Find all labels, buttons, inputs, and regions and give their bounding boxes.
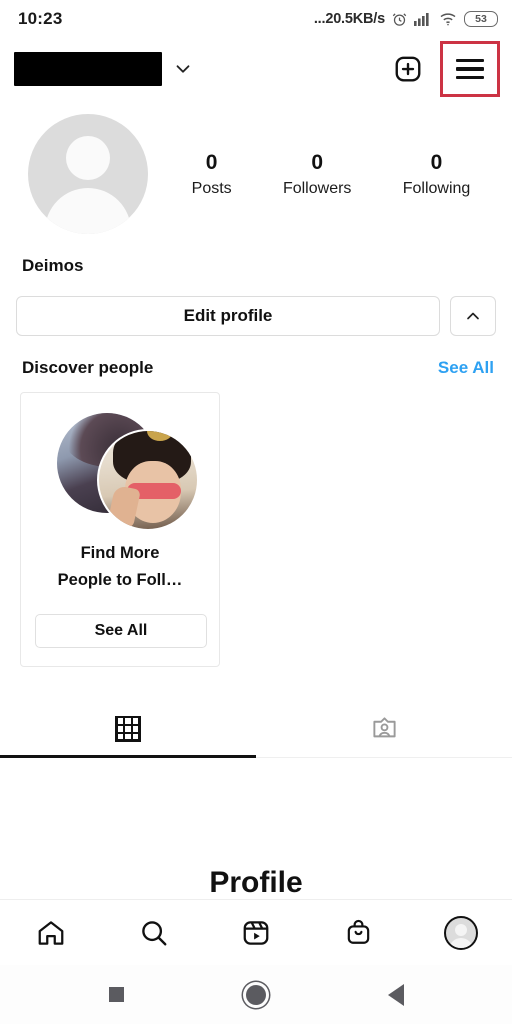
tab-tagged[interactable] <box>256 701 512 757</box>
suggested-card-text-line2: People to Foll… <box>57 571 183 590</box>
chevron-down-icon[interactable] <box>172 58 194 80</box>
status-time: 10:23 <box>18 9 63 28</box>
nav-profile[interactable] <box>433 905 489 961</box>
nav-shop[interactable] <box>330 905 386 961</box>
battery-level-text: 53 <box>475 12 487 25</box>
stat-following[interactable]: 0 Following <box>403 150 471 198</box>
alarm-clock-icon <box>392 12 407 27</box>
status-icons: ...20.5KB/s 53 <box>314 11 498 27</box>
phone-screen: 10:23 ...20.5KB/s 53 0 Posts 0 Followers… <box>0 0 512 1024</box>
android-system-nav <box>0 965 512 1024</box>
triangle-back-icon <box>388 983 404 1006</box>
status-bar: 10:23 ...20.5KB/s 53 <box>0 0 512 38</box>
stat-followers-label: Followers <box>282 180 352 198</box>
square-icon <box>108 987 124 1002</box>
discover-people-header: Discover people See All <box>0 336 512 378</box>
nav-search[interactable] <box>126 905 182 961</box>
profile-stats: 0 Posts 0 Followers 0 Following <box>148 150 496 198</box>
edit-profile-button[interactable]: Edit profile <box>16 296 440 336</box>
suggested-user-photo-front <box>97 429 199 531</box>
stat-followers[interactable]: 0 Followers <box>283 150 351 198</box>
menu-button[interactable] <box>440 41 500 97</box>
stat-followers-value: 0 <box>311 150 324 174</box>
chevron-up-icon <box>463 306 483 326</box>
battery-indicator: 53 <box>464 11 498 27</box>
circle-icon <box>246 984 266 1005</box>
grid-icon <box>115 715 141 742</box>
suggested-card-see-all-button[interactable]: See All <box>35 613 207 648</box>
cellular-signal-icon <box>414 12 432 26</box>
stat-following-label: Following <box>402 180 471 198</box>
app-header <box>0 38 512 100</box>
profile-summary: 0 Posts 0 Followers 0 Following <box>0 100 512 234</box>
stat-posts[interactable]: 0 Posts <box>192 150 232 198</box>
profile-actions: Edit profile <box>0 276 512 336</box>
network-speed-text: ...20.5KB/s <box>313 11 385 27</box>
suggested-user-card[interactable]: Find More People to Foll… See All <box>20 392 220 667</box>
discover-people-title: Discover people <box>22 358 154 377</box>
username-redacted-bar <box>14 52 162 86</box>
tab-grid[interactable] <box>0 701 256 758</box>
suggested-user-photos <box>35 407 205 537</box>
plus-square-icon <box>393 54 423 84</box>
home-icon <box>36 918 66 948</box>
profile-avatar[interactable] <box>28 114 148 234</box>
reels-icon <box>241 918 271 948</box>
profile-overlay-title: Profile <box>209 866 303 899</box>
system-recents-button[interactable] <box>94 973 138 1017</box>
nav-home[interactable] <box>23 905 79 961</box>
add-post-button[interactable] <box>388 49 428 89</box>
profile-display-name: Deimos <box>22 256 84 275</box>
system-back-button[interactable] <box>374 973 418 1017</box>
system-home-button[interactable] <box>234 973 278 1017</box>
collapse-suggestions-button[interactable] <box>450 296 496 336</box>
suggested-card-text-line1: Find More <box>80 544 160 562</box>
wifi-icon <box>439 12 457 26</box>
stat-posts-label: Posts <box>191 180 232 198</box>
discover-see-all-link[interactable]: See All <box>438 358 494 378</box>
header-actions <box>388 41 500 97</box>
hamburger-menu-icon <box>456 54 484 84</box>
nav-reels[interactable] <box>228 905 284 961</box>
tagged-photos-icon <box>371 715 398 742</box>
profile-content-tabs <box>0 701 512 758</box>
stat-following-value: 0 <box>430 150 443 174</box>
bottom-navigation-bar <box>0 899 512 965</box>
username-switcher[interactable] <box>14 52 194 86</box>
profile-avatar-icon <box>443 915 478 950</box>
shop-bag-icon <box>344 918 373 947</box>
search-icon <box>139 918 169 948</box>
stat-posts-value: 0 <box>205 150 218 174</box>
